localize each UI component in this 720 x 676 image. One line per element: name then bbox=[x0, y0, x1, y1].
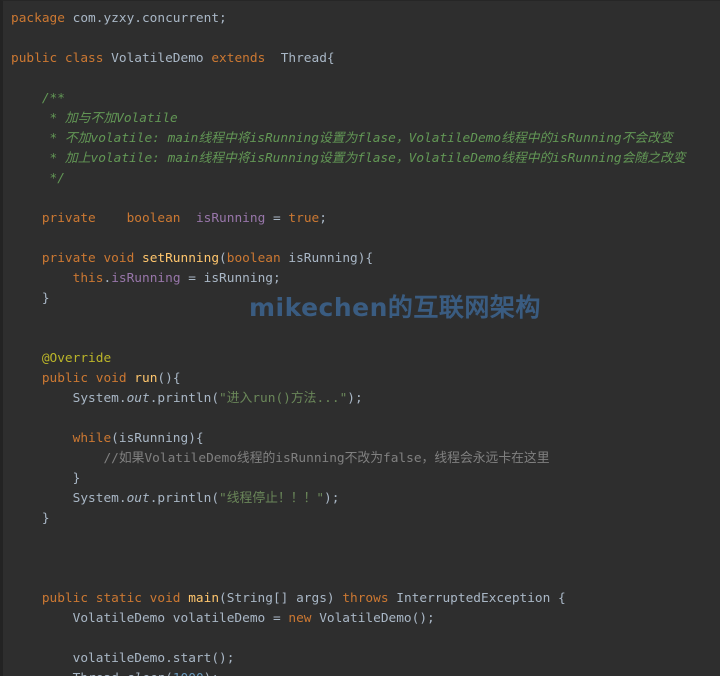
code-token: = isRunning; bbox=[180, 271, 281, 286]
code-token: ); bbox=[204, 671, 219, 676]
code-token: isRunning bbox=[111, 271, 181, 286]
code-token: Thread{ bbox=[265, 51, 335, 66]
code-token: boolean bbox=[226, 251, 281, 266]
code-token: this bbox=[72, 271, 104, 286]
code-line: System.out.println("线程停止！！！"); bbox=[11, 489, 720, 509]
code-token: ; bbox=[319, 211, 327, 226]
code-line: private boolean isRunning = true; bbox=[11, 209, 720, 229]
code-line: this.isRunning = isRunning; bbox=[11, 269, 720, 289]
code-token: System. bbox=[11, 391, 127, 406]
code-token: * 加上volatile: main线程中将isRunning设置为flase，… bbox=[11, 151, 686, 166]
code-token: * 不加volatile: main线程中将isRunning设置为flase，… bbox=[11, 131, 673, 146]
code-line: while(isRunning){ bbox=[11, 429, 720, 449]
code-token: private void bbox=[11, 251, 142, 266]
code-token: } bbox=[11, 511, 50, 526]
code-token: (String[] args) bbox=[219, 591, 343, 606]
code-line: volatileDemo.start(); bbox=[11, 649, 720, 669]
code-token: Thread. bbox=[11, 671, 127, 676]
code-token: //如果VolatileDemo线程的isRunning不改为false，线程会… bbox=[11, 451, 550, 466]
code-line: } bbox=[11, 509, 720, 529]
code-token: * 加与不加Volatile bbox=[11, 111, 178, 126]
code-token: .println( bbox=[149, 491, 220, 506]
code-token: run bbox=[134, 371, 158, 386]
code-line: public class VolatileDemo extends Thread… bbox=[11, 49, 720, 69]
code-line: */ bbox=[11, 169, 720, 189]
code-token: public static void bbox=[11, 591, 189, 606]
code-token: throws bbox=[342, 591, 389, 606]
code-token: (){ bbox=[157, 371, 181, 386]
code-token: package bbox=[11, 11, 73, 26]
code-line: System.out.println("进入run()方法..."); bbox=[11, 389, 720, 409]
code-token: VolatileDemo bbox=[111, 51, 212, 66]
code-token: */ bbox=[11, 171, 65, 186]
code-token: /** bbox=[11, 91, 65, 106]
code-token: InterruptedException { bbox=[388, 591, 566, 606]
code-token: = bbox=[265, 211, 289, 226]
code-editor-pane[interactable]: package com.yzxy.concurrent; public clas… bbox=[0, 0, 720, 676]
code-line: Thread.sleep(1000); bbox=[11, 669, 720, 676]
code-line: private void setRunning(boolean isRunnin… bbox=[11, 249, 720, 269]
code-token: volatileDemo.start(); bbox=[11, 651, 235, 666]
code-line: VolatileDemo volatileDemo = new Volatile… bbox=[11, 609, 720, 629]
code-token: ( bbox=[165, 671, 173, 676]
code-token: main bbox=[188, 591, 220, 606]
code-token: public class bbox=[11, 51, 112, 66]
code-line: /** bbox=[11, 89, 720, 109]
code-line: package com.yzxy.concurrent; bbox=[11, 9, 720, 29]
code-line: //如果VolatileDemo线程的isRunning不改为false，线程会… bbox=[11, 449, 720, 469]
code-token: setRunning bbox=[141, 251, 220, 266]
code-token: private bbox=[11, 211, 96, 226]
code-line: } bbox=[11, 469, 720, 489]
code-token: isRunning bbox=[195, 211, 266, 226]
code-token: } bbox=[11, 291, 50, 306]
code-token: .println( bbox=[149, 391, 220, 406]
code-token: out bbox=[126, 391, 150, 406]
source-code-block[interactable]: package com.yzxy.concurrent; public clas… bbox=[3, 1, 720, 676]
code-token: com.yzxy.concurrent; bbox=[72, 11, 227, 26]
code-token: public void bbox=[11, 371, 135, 386]
code-token: } bbox=[11, 471, 81, 486]
code-token: new bbox=[288, 611, 312, 626]
code-token: @Override bbox=[11, 351, 112, 366]
code-token: out bbox=[126, 491, 150, 506]
code-line: public static void main(String[] args) t… bbox=[11, 589, 720, 609]
code-token: boolean bbox=[126, 211, 181, 226]
code-token: VolatileDemo(); bbox=[311, 611, 435, 626]
code-token: System. bbox=[11, 491, 127, 506]
code-token: (isRunning){ bbox=[111, 431, 204, 446]
code-line: } bbox=[11, 289, 720, 309]
code-token: true bbox=[288, 211, 320, 226]
code-token: ); bbox=[347, 391, 363, 406]
code-token: "线程停止！！！" bbox=[219, 491, 325, 506]
code-token: extends bbox=[211, 51, 266, 66]
code-token: ( bbox=[219, 251, 227, 266]
code-token: ); bbox=[324, 491, 340, 506]
code-line: * 不加volatile: main线程中将isRunning设置为flase，… bbox=[11, 129, 720, 149]
code-token: "进入run()方法..." bbox=[219, 391, 348, 406]
code-token: 1000 bbox=[173, 671, 204, 676]
code-token: VolatileDemo volatileDemo = bbox=[11, 611, 289, 626]
code-line: * 加与不加Volatile bbox=[11, 109, 720, 129]
code-line: @Override bbox=[11, 349, 720, 369]
code-token: sleep bbox=[127, 671, 166, 676]
code-line: public void run(){ bbox=[11, 369, 720, 389]
code-token: isRunning){ bbox=[280, 251, 374, 266]
code-line: * 加上volatile: main线程中将isRunning设置为flase，… bbox=[11, 149, 720, 169]
code-token: while bbox=[72, 431, 112, 446]
